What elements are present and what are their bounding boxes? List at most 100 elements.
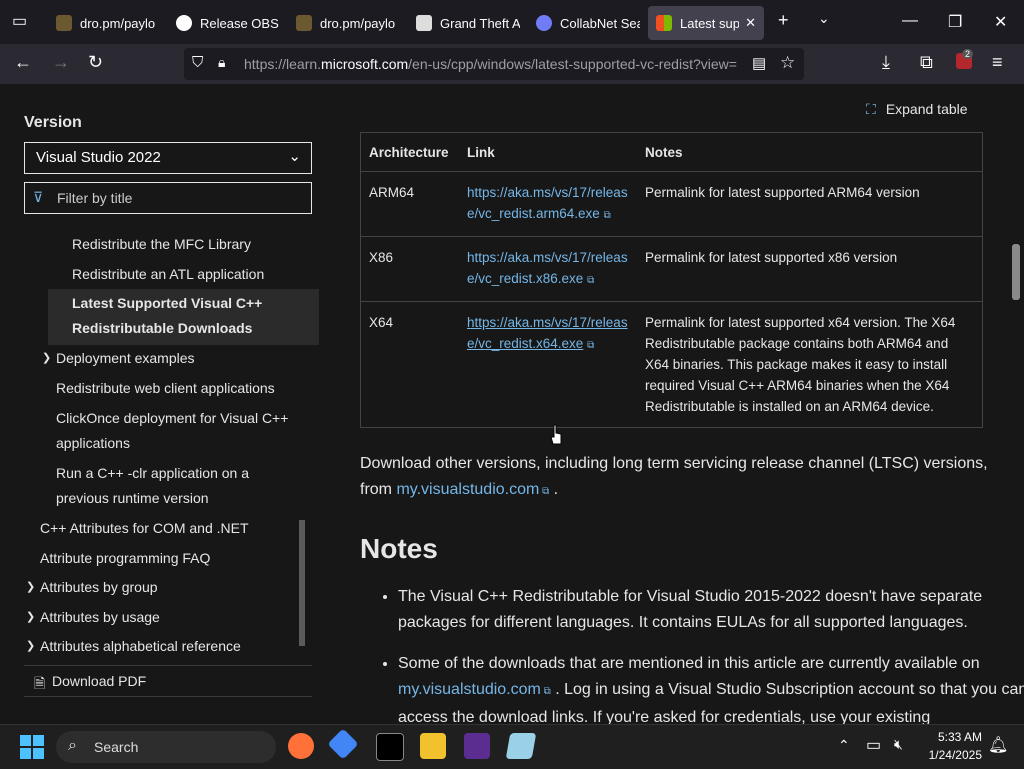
visual-studio-icon[interactable] xyxy=(464,733,490,759)
download-pdf-button[interactable]: 🗎︎ Download PDF xyxy=(24,665,312,697)
tab-5[interactable]: CollabNet Sear xyxy=(536,6,640,40)
expand-chevron-icon[interactable]: ❯ xyxy=(26,575,35,600)
external-link-icon: ⧉ xyxy=(587,275,595,286)
arch-cell: ARM64 xyxy=(360,171,459,237)
tab-list-icon[interactable]: ⌄ xyxy=(818,10,830,27)
toc-item[interactable]: Redistribute web client applications xyxy=(56,376,275,401)
version-title: Version xyxy=(24,114,82,131)
toc-item[interactable]: Attributes by group xyxy=(40,575,158,600)
maximize-icon[interactable]: ❐ xyxy=(948,12,962,32)
tab-bar: ▭ dro.pm/paylo Release OBS St dro.pm/pay… xyxy=(0,0,1024,44)
column-header: Link xyxy=(459,132,637,172)
expand-chevron-icon[interactable]: ❯ xyxy=(26,634,35,659)
favicon-icon xyxy=(296,15,312,31)
notes-list: The Visual C++ Redistributable for Visua… xyxy=(360,584,1024,724)
taskbar: ⌕ Search ⌃ ▭ 🔇︎ 5:33 AM 1/24/2025 🔔︎ xyxy=(0,724,1024,769)
expand-table-button[interactable]: ⛶ Expand table xyxy=(866,101,968,118)
favicon-icon xyxy=(56,15,72,31)
toc-item[interactable]: Redistribute an ATL application xyxy=(72,262,264,287)
filter-icon: ⊽ xyxy=(33,189,44,205)
extensions-icon[interactable]: ⧉ xyxy=(920,52,933,73)
visualstudio-link[interactable]: my.visualstudio.com xyxy=(398,681,541,698)
expand-chevron-icon[interactable]: ❯ xyxy=(26,605,35,630)
show-hidden-icons-icon[interactable]: ⌃ xyxy=(838,737,850,754)
url-text: https://learn.microsoft.com/en-us/cpp/wi… xyxy=(244,56,737,72)
toc-item[interactable]: Run a C++ -clr application on a previous… xyxy=(56,461,266,511)
reload-icon[interactable]: ↻ xyxy=(88,52,103,73)
sidebar-scrollbar[interactable] xyxy=(299,520,305,646)
reader-view-icon[interactable]: ▤ xyxy=(752,54,766,72)
toc-item[interactable]: Attributes alphabetical reference xyxy=(40,634,241,659)
column-header: Notes xyxy=(637,132,983,172)
page-scrollbar-thumb[interactable] xyxy=(1012,244,1020,300)
table-row: X86 https://aka.ms/vs/17/release/vc_redi… xyxy=(360,236,983,302)
toc-item[interactable]: Deployment examples xyxy=(56,346,195,371)
download-link[interactable]: https://aka.ms/vs/17/release/vc_redist.x… xyxy=(467,250,628,286)
expand-icon: ⛶ xyxy=(866,101,876,117)
tab-active[interactable]: Latest suppo ✕ xyxy=(648,6,764,40)
close-window-icon[interactable]: ✕ xyxy=(994,12,1007,32)
filter-input[interactable]: ⊽ Filter by title xyxy=(24,182,312,214)
link-cell: https://aka.ms/vs/17/release/vc_redist.x… xyxy=(459,236,637,302)
external-link-icon: ⧉ xyxy=(539,486,550,497)
nav-bar: ← → ↻ ⛉ 🔒︎ https://learn.microsoft.com/e… xyxy=(0,44,1024,84)
toc-item[interactable]: C++ Attributes for COM and .NET xyxy=(40,516,249,541)
notification-bell-icon[interactable]: 🔔︎ xyxy=(988,735,1008,755)
terminal-icon[interactable] xyxy=(376,733,404,761)
link-cell: https://aka.ms/vs/17/release/vc_redist.x… xyxy=(459,301,637,428)
toc-item[interactable]: ClickOnce deployment for Visual C++ appl… xyxy=(56,406,296,456)
version-select[interactable]: Visual Studio 2022 ⌄ xyxy=(24,142,312,174)
clock-time[interactable]: 5:33 AM xyxy=(930,730,982,744)
pdf-icon: 🗎︎ xyxy=(34,675,46,691)
network-icon[interactable]: ▭ xyxy=(866,735,881,755)
toc-item[interactable]: Attributes by usage xyxy=(40,605,160,630)
tab-overview-icon[interactable]: ▭ xyxy=(12,11,27,31)
list-item: The Visual C++ Redistributable for Visua… xyxy=(398,584,1024,636)
external-link-icon: ⧉ xyxy=(587,340,595,351)
page-icon xyxy=(416,15,432,31)
notes-cell: Permalink for latest supported x86 versi… xyxy=(637,236,983,302)
back-icon[interactable]: ← xyxy=(14,52,32,73)
firefox-icon[interactable] xyxy=(288,733,314,759)
search-icon: ⌕ xyxy=(68,737,77,754)
notepad-icon[interactable] xyxy=(505,733,537,759)
url-bar[interactable]: ⛉ 🔒︎ https://learn.microsoft.com/en-us/c… xyxy=(184,48,804,80)
arch-cell: X64 xyxy=(360,301,459,428)
notes-cell: Permalink for latest supported x64 versi… xyxy=(637,301,983,428)
visualstudio-link[interactable]: my.visualstudio.com xyxy=(396,481,539,498)
toc-item-active[interactable]: Latest Supported Visual C++ Redistributa… xyxy=(48,289,319,345)
hand-cursor-icon xyxy=(550,424,562,445)
lock-icon[interactable]: 🔒︎ xyxy=(218,54,225,71)
clock-date[interactable]: 1/24/2025 xyxy=(916,748,982,762)
github-icon xyxy=(176,15,192,31)
tab-4[interactable]: Grand Theft A xyxy=(416,6,520,40)
toc-item[interactable]: Attribute programming FAQ xyxy=(40,546,210,571)
microsoft-icon xyxy=(656,15,672,31)
bookmark-star-icon[interactable]: ☆ xyxy=(780,53,795,73)
notes-cell: Permalink for latest supported ARM64 ver… xyxy=(637,171,983,237)
other-versions-paragraph: Download other versions, including long … xyxy=(360,455,988,498)
shield-icon[interactable]: ⛉ xyxy=(192,54,203,71)
toc-item[interactable]: Redistribute the MFC Library xyxy=(72,232,251,257)
table-header-row: Architecture Link Notes xyxy=(360,132,983,172)
sidebar: Version Visual Studio 2022 ⌄ ⊽ Filter by… xyxy=(24,84,319,724)
tab-2[interactable]: Release OBS St xyxy=(176,6,280,40)
file-explorer-icon[interactable] xyxy=(420,733,446,759)
volume-muted-icon[interactable]: 🔇︎ xyxy=(894,736,903,753)
link-cell: https://aka.ms/vs/17/release/vc_redist.a… xyxy=(459,171,637,237)
windows-start-icon[interactable] xyxy=(20,735,44,759)
tab-1[interactable]: dro.pm/paylo xyxy=(56,6,160,40)
minimize-icon[interactable]: — xyxy=(902,12,918,30)
downloads-icon[interactable]: ⤓ xyxy=(882,52,890,73)
list-item: Some of the downloads that are mentioned… xyxy=(398,651,1024,724)
menu-icon[interactable]: ≡ xyxy=(992,52,1003,73)
expand-chevron-icon[interactable]: ❯ xyxy=(42,346,51,371)
new-tab-icon[interactable]: + xyxy=(778,10,789,31)
close-tab-icon[interactable]: ✕ xyxy=(745,15,756,31)
downloads-table: Architecture Link Notes ARM64 https://ak… xyxy=(360,132,983,428)
download-link[interactable]: https://aka.ms/vs/17/release/vc_redist.x… xyxy=(467,315,628,351)
forward-icon[interactable]: → xyxy=(52,52,70,73)
chromium-icon[interactable] xyxy=(327,728,359,760)
taskbar-search[interactable]: ⌕ Search xyxy=(56,731,276,763)
tab-3[interactable]: dro.pm/paylo xyxy=(296,6,400,40)
